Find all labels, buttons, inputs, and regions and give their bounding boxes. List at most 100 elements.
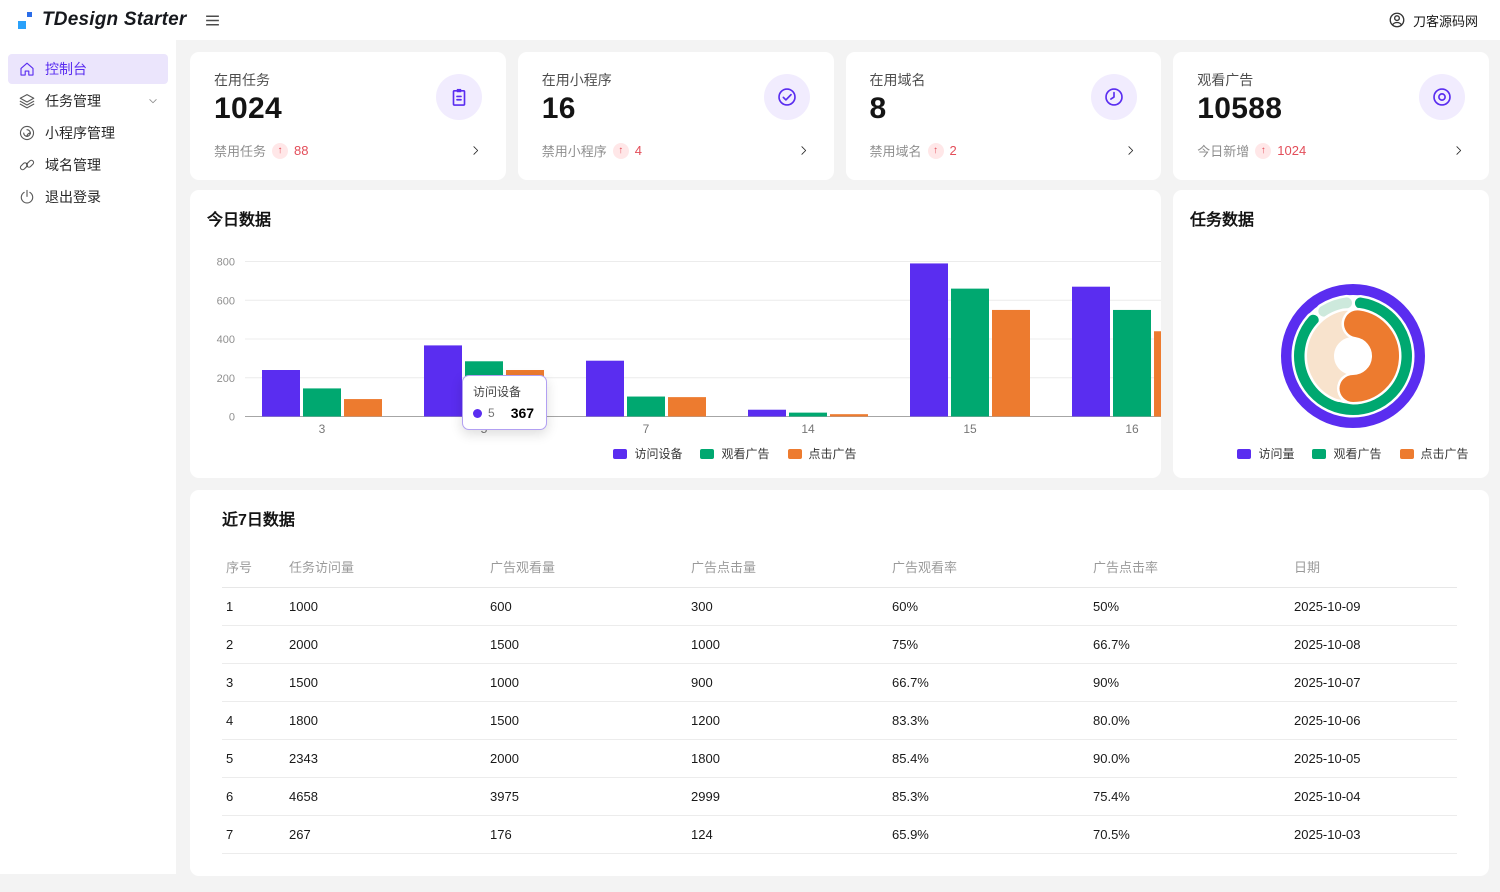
- table-cell: 2025-10-04: [1290, 778, 1457, 816]
- link-icon: [18, 156, 36, 174]
- table-cell: 1800: [687, 740, 888, 778]
- stat-footer-value: 88: [294, 143, 308, 158]
- app-logo[interactable]: TDesign Starter: [18, 9, 186, 31]
- table-row: 523432000180085.4%90.0%2025-10-05: [222, 740, 1457, 778]
- table-cell: 2999: [687, 778, 888, 816]
- stat-footer-value: 2: [950, 143, 957, 158]
- stat-card-active-tasks: 在用任务1024禁用任务↑88: [190, 52, 506, 180]
- sidebar-item-dashboard[interactable]: 控制台: [8, 54, 168, 84]
- svg-text:14: 14: [801, 422, 815, 436]
- svg-text:800: 800: [217, 257, 235, 269]
- bar-观看广告-15: [951, 289, 989, 417]
- power-icon: [18, 188, 36, 206]
- table-cell: 75.4%: [1089, 778, 1290, 816]
- clock-icon: [1091, 74, 1137, 120]
- eye-icon: [1431, 86, 1453, 108]
- donut-chart-svg: [1173, 190, 1489, 478]
- legend-item-1[interactable]: 访问量: [1237, 445, 1294, 462]
- stat-footer-value: 1024: [1277, 143, 1306, 158]
- table-col-header: 任务访问量: [285, 546, 486, 588]
- home-icon: [18, 60, 36, 78]
- table-cell: 900: [687, 664, 888, 702]
- sidebar-item-domains[interactable]: 域名管理: [8, 150, 168, 180]
- bar-点击广告-3: [344, 399, 382, 416]
- table-col-header: 广告点击量: [687, 546, 888, 588]
- legend-swatch: [613, 449, 627, 459]
- bar-点击广告-7: [668, 397, 706, 416]
- sidebar-item-logout[interactable]: 退出登录: [8, 182, 168, 212]
- tooltip-series-dot: [473, 409, 482, 418]
- table-cell: 267: [285, 816, 486, 854]
- table-cell: 70.5%: [1089, 816, 1290, 854]
- table-col-header: 广告观看率: [888, 546, 1089, 588]
- table-cell: 90.0%: [1089, 740, 1290, 778]
- legend-label: 访问量: [1258, 445, 1294, 462]
- table-col-header: 广告观看量: [486, 546, 687, 588]
- bar-访问设备-3: [262, 370, 300, 417]
- table-col-header: 序号: [222, 546, 285, 588]
- hamburger-icon: [204, 12, 221, 29]
- table-cell: 83.3%: [888, 702, 1089, 740]
- bar-chart-svg: 0200400600800357141516: [190, 190, 1161, 478]
- table-cell: 2025-10-06: [1290, 702, 1457, 740]
- bar-观看广告-3: [303, 388, 341, 416]
- clipboard-icon: [436, 74, 482, 120]
- legend-swatch: [788, 449, 802, 459]
- clock-icon: [1103, 86, 1125, 108]
- table-cell: 2: [222, 626, 285, 664]
- table-cell: 1000: [285, 588, 486, 626]
- top-navbar: TDesign Starter 刀客源码网: [0, 0, 1500, 40]
- table-cell: 2000: [285, 626, 486, 664]
- menu-toggle-button[interactable]: [200, 8, 225, 33]
- table-cell: 176: [486, 816, 687, 854]
- tooltip-category: 5: [488, 406, 495, 420]
- chevron-right-icon: [469, 144, 482, 157]
- check-circle-icon: [776, 86, 798, 108]
- table-cell: 66.7%: [1089, 626, 1290, 664]
- sidebar-item-label: 小程序管理: [45, 123, 160, 143]
- legend-label: 访问设备: [634, 445, 682, 462]
- legend-item-2[interactable]: 观看广告: [700, 445, 769, 462]
- stat-detail-link[interactable]: [1452, 144, 1465, 157]
- bar-chart-legend: 访问设备 观看广告 点击广告: [220, 445, 1161, 462]
- table-row: 1100060030060%50%2025-10-09: [222, 588, 1457, 626]
- table-cell: 66.7%: [888, 664, 1089, 702]
- legend-item-3[interactable]: 点击广告: [1400, 445, 1469, 462]
- table-col-header: 日期: [1290, 546, 1457, 588]
- stat-footer-label: 禁用域名: [870, 141, 922, 160]
- miniprogram-icon: [18, 124, 36, 142]
- bar-观看广告-14: [789, 413, 827, 417]
- main-content: 在用任务1024禁用任务↑88在用小程序16禁用小程序↑4在用域名8禁用域名↑2…: [176, 40, 1500, 892]
- table-row: 726717612465.9%70.5%2025-10-03: [222, 816, 1457, 854]
- table-cell: 4: [222, 702, 285, 740]
- legend-swatch: [1312, 449, 1326, 459]
- sidebar-item-tasks[interactable]: 任务管理: [8, 86, 168, 116]
- table-cell: 1000: [486, 664, 687, 702]
- bar-访问设备-5: [424, 345, 462, 416]
- user-menu[interactable]: 刀客源码网: [1388, 11, 1478, 30]
- eye-icon: [1419, 74, 1465, 120]
- legend-item-3[interactable]: 点击广告: [788, 445, 857, 462]
- stat-detail-link[interactable]: [1124, 144, 1137, 157]
- home-icon: [18, 60, 36, 78]
- stat-detail-link[interactable]: [469, 144, 482, 157]
- legend-item-2[interactable]: 观看广告: [1312, 445, 1381, 462]
- legend-label: 点击广告: [809, 445, 857, 462]
- stat-detail-link[interactable]: [797, 144, 810, 157]
- table-cell: 600: [486, 588, 687, 626]
- legend-item-1[interactable]: 访问设备: [613, 445, 682, 462]
- bar-访问设备-14: [748, 410, 786, 417]
- bar-访问设备-15: [910, 263, 948, 416]
- table-cell: 124: [687, 816, 888, 854]
- table-cell: 85.3%: [888, 778, 1089, 816]
- recent-7days-table: 序号任务访问量广告观看量广告点击量广告观看率广告点击率日期 1100060030…: [222, 546, 1457, 854]
- table-cell: 65.9%: [888, 816, 1089, 854]
- table-cell: 2025-10-09: [1290, 588, 1457, 626]
- stat-footer-label: 禁用小程序: [542, 141, 607, 160]
- sidebar-item-miniprogram[interactable]: 小程序管理: [8, 118, 168, 148]
- table-body: 1100060030060%50%2025-10-092200015001000…: [222, 588, 1457, 854]
- table-cell: 1000: [687, 626, 888, 664]
- table-cell: 2025-10-03: [1290, 816, 1457, 854]
- layers-icon: [18, 92, 36, 110]
- legend-swatch: [1400, 449, 1414, 459]
